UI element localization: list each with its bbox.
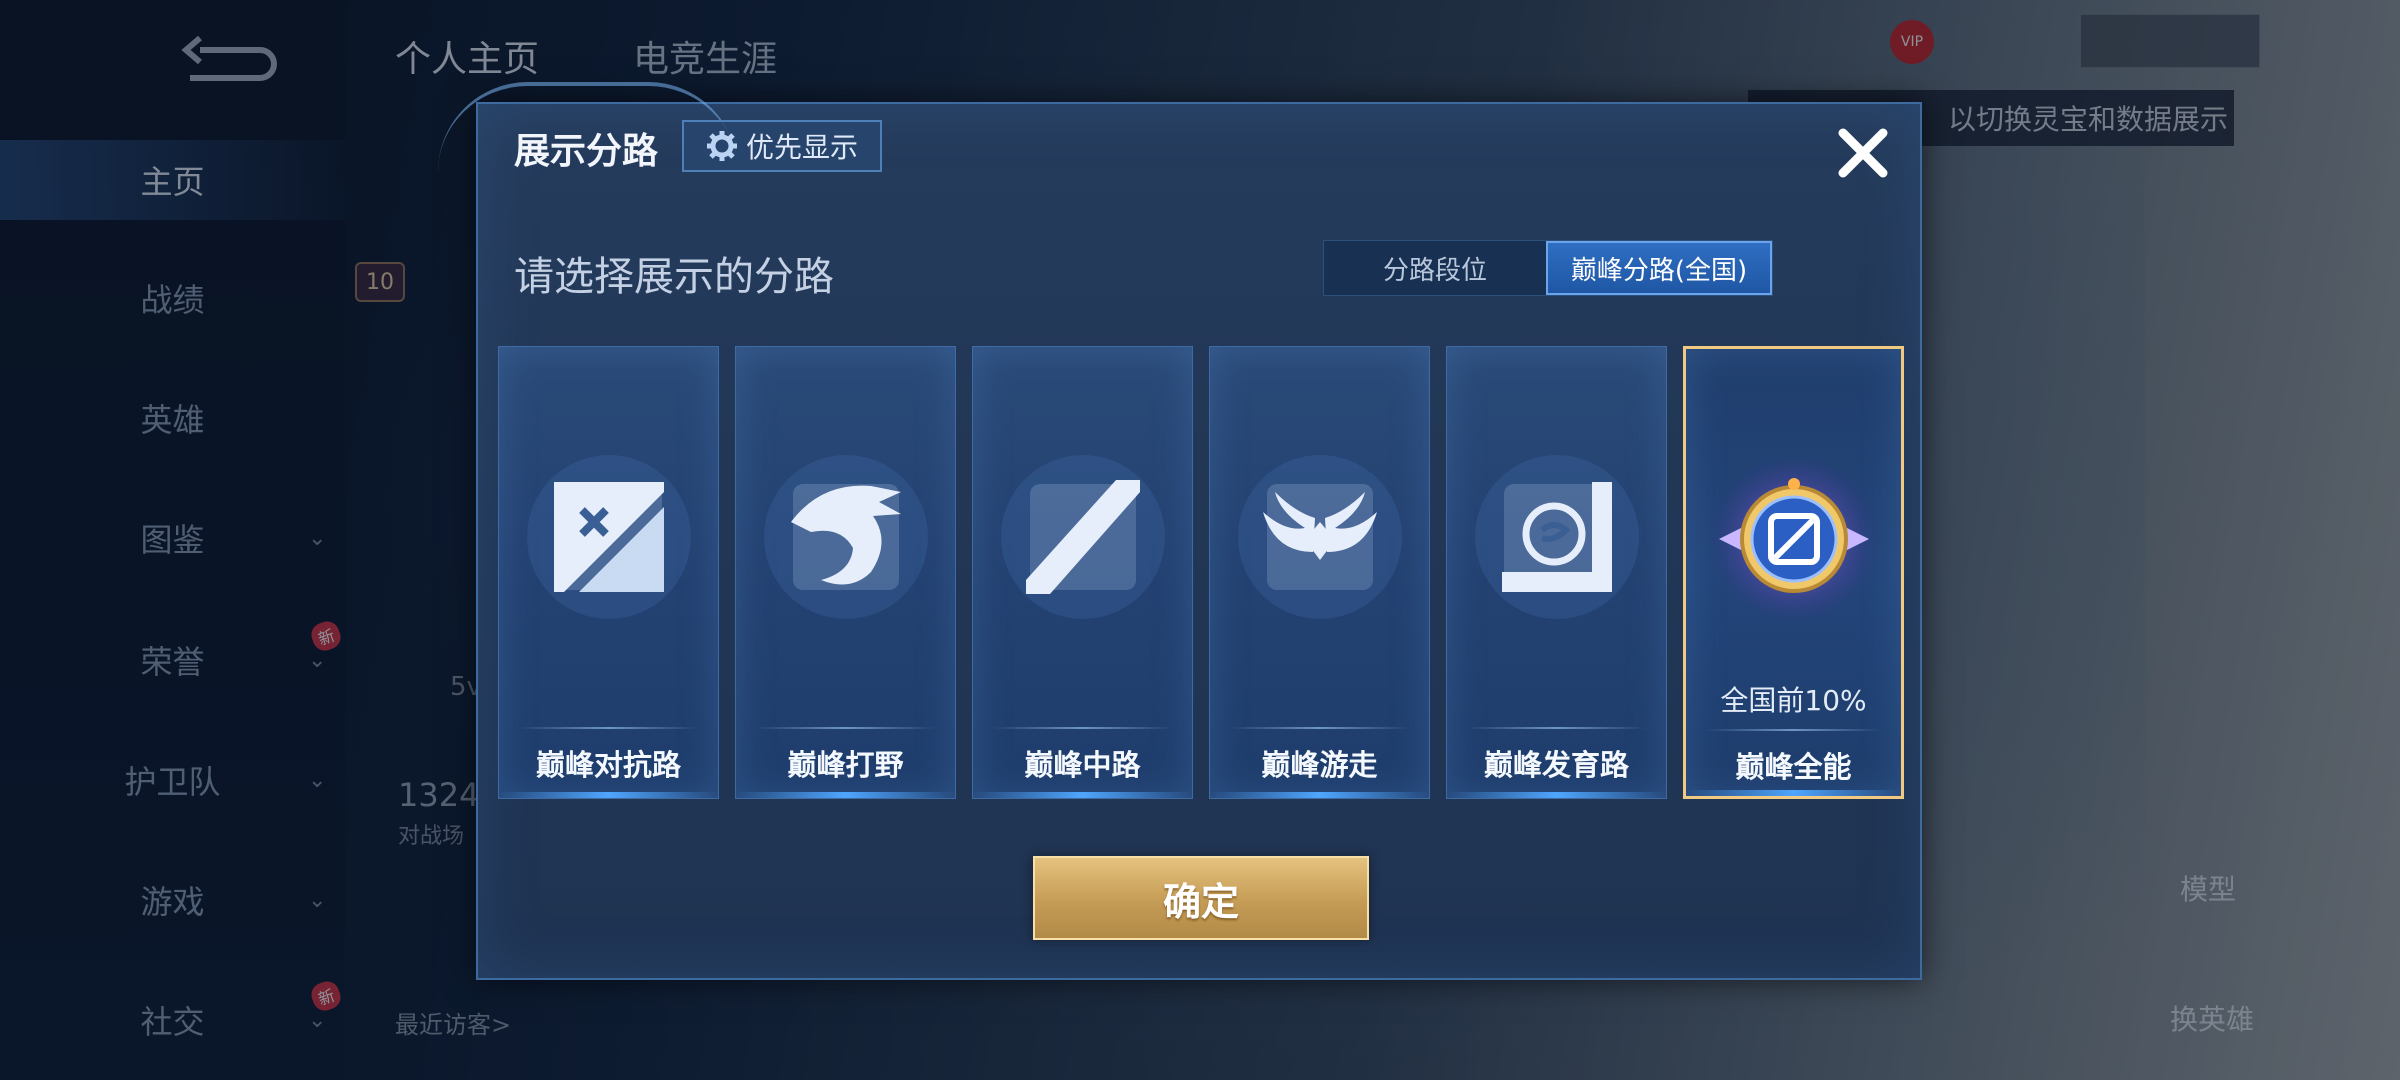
all-round-emblem-icon	[1708, 454, 1879, 624]
marksman-icon	[1474, 455, 1639, 619]
lane-card-top[interactable]: 巅峰对抗路	[498, 346, 719, 799]
lane-card-label: 巅峰全能	[1735, 750, 1852, 784]
lane-card-all-round[interactable]: 全国前10% 巅峰全能	[1683, 346, 1904, 799]
rank-percentile-text: 全国前10%	[1720, 684, 1867, 717]
card-divider	[993, 727, 1172, 729]
lane-card-label: 巅峰发育路	[1483, 748, 1629, 782]
lane-display-dialog: 展示分路 优先显示 请选择展示的分路 分路段位 巅峰分路(全国) 巅峰对抗路 巅…	[438, 82, 1922, 980]
toggle-peak-lane-national[interactable]: 巅峰分路(全国)	[1546, 241, 1772, 295]
lane-card-bottom[interactable]: 巅峰发育路	[1446, 346, 1667, 799]
card-divider	[1706, 729, 1881, 731]
wings-icon	[1237, 455, 1402, 619]
priority-display-label: 优先显示	[745, 131, 858, 164]
card-divider	[519, 727, 698, 729]
lane-card-label: 巅峰游走	[1261, 748, 1378, 782]
close-icon	[1838, 128, 1888, 178]
toggle-lane-rank[interactable]: 分路段位	[1324, 241, 1546, 295]
select-lane-prompt: 请选择展示的分路	[514, 254, 834, 300]
lane-mode-toggle: 分路段位 巅峰分路(全国)	[1323, 240, 1773, 296]
gear-icon	[706, 131, 737, 161]
confirm-button[interactable]: 确定	[1033, 856, 1369, 940]
priority-display-button[interactable]: 优先显示	[682, 120, 882, 172]
sword-cross-icon	[526, 455, 691, 619]
close-button[interactable]	[1828, 118, 1898, 188]
lane-card-roam[interactable]: 巅峰游走	[1209, 346, 1430, 799]
card-divider	[1467, 727, 1646, 729]
lane-card-mid[interactable]: 巅峰中路	[972, 346, 1193, 799]
lane-card-label: 巅峰打野	[787, 748, 904, 782]
lane-card-list: 巅峰对抗路 巅峰打野 巅峰中路 巅峰游走 巅峰发育路 全国前10% 巅峰全能	[498, 346, 1908, 801]
mid-lane-slash-icon	[1000, 455, 1165, 619]
lane-card-label: 巅峰对抗路	[535, 748, 681, 782]
dragon-icon	[763, 455, 928, 619]
card-divider	[756, 727, 935, 729]
card-divider	[1230, 727, 1409, 729]
lane-card-jungle[interactable]: 巅峰打野	[735, 346, 956, 799]
dialog-title: 展示分路	[514, 131, 659, 172]
lane-card-label: 巅峰中路	[1024, 748, 1141, 782]
